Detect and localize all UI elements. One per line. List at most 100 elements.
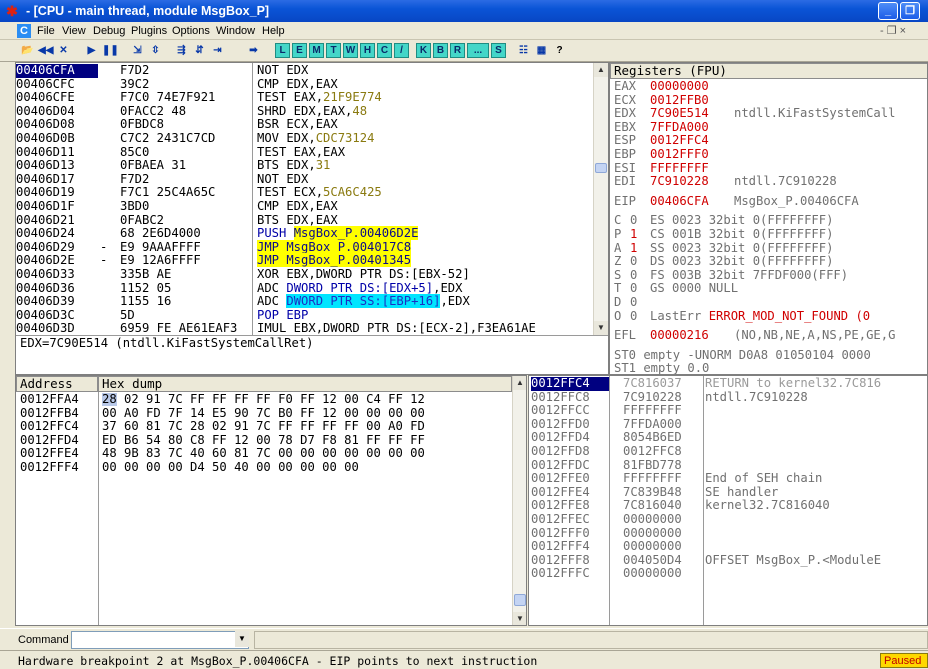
menu-options[interactable]: Options [172, 25, 210, 37]
scroll-thumb[interactable] [595, 163, 607, 173]
menu-help[interactable]: Help [262, 25, 285, 37]
dump-hex-row[interactable]: ED B6 54 80 C8 FF 12 00 78 D7 F8 81 FF F… [102, 433, 512, 448]
restore-button[interactable]: ❐ [900, 2, 920, 20]
restart-icon[interactable]: ◀◀ [38, 43, 53, 58]
disasm-instruction: CMP EDX,EAX [257, 199, 597, 214]
flag-row[interactable]: A 1 SS 0023 32bit 0(FFFFFFFF) [614, 241, 927, 256]
register-row[interactable]: EBP 0012FFF0 [614, 147, 927, 162]
dump-hex-row[interactable]: 00 00 00 00 D4 50 40 00 00 00 00 00 [102, 460, 512, 475]
flag-row[interactable]: O 0 LastErr ERROR_MOD_NOT_FOUND (0 [614, 309, 927, 324]
scroll-down-arrow[interactable]: ▼ [513, 612, 526, 625]
disasm-instruction: BSR ECX,EAX [257, 118, 597, 132]
log-window-button[interactable]: L [275, 43, 290, 58]
register-row[interactable]: ESI FFFFFFFF [614, 161, 927, 176]
flag-row[interactable]: D0 [614, 295, 927, 310]
threads-button[interactable]: T [326, 43, 341, 58]
register-row[interactable]: ECX 0012FFB0 [614, 93, 927, 108]
hexdump-column-header[interactable]: Hex dump [98, 376, 512, 392]
dump-scrollbar[interactable]: ▲ ▼ [512, 376, 526, 625]
status-message: Hardware breakpoint 2 at MsgBox_P.00406C… [18, 654, 538, 668]
stack-value: 0012FFC8 [623, 443, 682, 458]
menu-debug[interactable]: Debug [93, 25, 125, 37]
flag-row[interactable]: Z 0 DS 0023 32bit 0(FFFFFFFF) [614, 254, 927, 269]
jump-marker [100, 132, 108, 146]
jump-marker [100, 118, 108, 132]
instruction-token: TEST ECX, [257, 185, 324, 200]
command-input[interactable] [71, 631, 249, 649]
memory-map-button[interactable]: M [309, 43, 324, 58]
scroll-up-arrow[interactable]: ▲ [513, 376, 526, 390]
register-row[interactable]: EFL 00000216 (NO,NB,NE,A,NS,PE,GE,G [614, 328, 927, 343]
disasm-address: 00406D33 [16, 266, 75, 281]
scroll-down-arrow[interactable]: ▼ [594, 321, 608, 335]
disasm-scrollbar[interactable]: ▲ ▼ [593, 63, 608, 335]
references-button[interactable]: R [450, 43, 465, 58]
minimize-button[interactable]: _ [878, 2, 898, 20]
menu-view[interactable]: View [62, 25, 86, 37]
open-icon[interactable]: 📂 [20, 43, 35, 58]
step-over-icon[interactable]: ⇳ [148, 43, 163, 58]
register-row[interactable]: EDX 7C90E514 ntdll.KiFastSystemCall [614, 106, 927, 121]
disasm-hex-bytes: 5D [120, 307, 135, 322]
trace-over-icon[interactable]: ⇵ [192, 43, 207, 58]
dump-pane[interactable]: Address Hex dump 0012FFA4 0012FFB4 0012FFC… [15, 375, 527, 626]
scroll-up-arrow[interactable]: ▲ [594, 63, 608, 77]
dump-hex-row[interactable]: 00 A0 FD 7F 14 E5 90 7C B0 FF 12 00 00 0… [102, 406, 512, 421]
dump-hex-row[interactable]: 28 02 91 7C FF FF FF FF F0 FF 12 00 C4 F… [102, 393, 512, 407]
stack-pane[interactable]: 0012FFC4 0012FFC8 0012FFCC 0012FFD0 0012FFD4… [528, 375, 928, 626]
cpu-button[interactable]: C [377, 43, 392, 58]
modules-button[interactable]: E [292, 43, 307, 58]
registers-pane[interactable]: Registers (FPU) EAX 00000000 ECX 0012FFB0 ED… [609, 62, 928, 375]
register-row[interactable]: EAX 00000000 [614, 79, 927, 94]
disasm-hex-bytes: 0FBDC8 [120, 117, 165, 132]
title-bar[interactable]: ✱ - [CPU - main thread, module MsgBox_P]… [0, 0, 928, 22]
windows-button[interactable]: W [343, 43, 358, 58]
address-column-header[interactable]: Address [16, 376, 98, 392]
flag-value: 0 [630, 213, 638, 228]
execute-till-return-icon[interactable]: ⇥ [210, 43, 225, 58]
flag-row[interactable]: P 1 CS 001B 32bit 0(FFFFFFFF) [614, 227, 927, 242]
dump-hex-row[interactable]: 37 60 81 7C 28 02 91 7C FF FF FF FF 00 A… [102, 420, 512, 434]
step-into-icon[interactable]: ⇲ [130, 43, 145, 58]
register-row[interactable]: ESP 0012FFC4 [614, 134, 927, 148]
scroll-thumb[interactable] [514, 594, 526, 606]
stack-comment: ntdll.7C910228 [705, 389, 808, 404]
register-row[interactable]: EIP 00406CFA MsgBox_P.00406CFA [614, 194, 927, 209]
pause-icon[interactable]: ❚❚ [102, 43, 119, 58]
disasm-instruction: TEST EAX,EAX [257, 145, 597, 160]
options-icon[interactable]: ▦ [534, 43, 549, 58]
register-comment: (NO,NB,NE,A,NS,PE,GE,G [734, 328, 896, 343]
help-icon[interactable]: ? [552, 43, 567, 58]
call-stack-button[interactable]: K [416, 43, 431, 58]
patches-button[interactable]: / [394, 43, 409, 58]
menu-file[interactable]: File [37, 25, 55, 37]
breakpoints-button[interactable]: B [433, 43, 448, 58]
flag-row[interactable]: C 0 ES 0023 32bit 0(FFFFFFFF) [614, 213, 927, 228]
stack-value: 7C816040 [623, 498, 682, 513]
instruction-token: BTS EDX,EAX [257, 212, 338, 227]
go-to-icon[interactable]: ➡ [246, 43, 261, 58]
disasm-hex-bytes: 0FBAEA 31 [120, 158, 187, 173]
disasm-hex-bytes: C7C2 2431C7CD [120, 130, 216, 145]
disasm-hex-bytes: 39C2 [120, 76, 150, 91]
trace-into-icon[interactable]: ⇶ [174, 43, 189, 58]
menu-plugins[interactable]: Plugins [131, 25, 167, 37]
disassembly-pane[interactable]: 00406CFA 00406CFC 00406CFE 00406D04 00406D08… [15, 62, 609, 375]
appearance-icon[interactable]: ☷ [516, 43, 531, 58]
ollydbg-bug-icon: ✱ [6, 3, 18, 19]
handles-button[interactable]: H [360, 43, 375, 58]
close-program-icon[interactable]: ✕ [56, 43, 71, 58]
run-trace-button[interactable]: ... [467, 43, 489, 58]
source-button[interactable]: S [491, 43, 506, 58]
menu-window[interactable]: Window [216, 25, 255, 37]
register-row[interactable]: EDI 7C910228 ntdll.7C910228 [614, 174, 927, 189]
flag-row[interactable]: S 0 FS 003B 32bit 7FFDF000(FFF) [614, 268, 927, 283]
mdi-controls[interactable]: - ❐ × [880, 24, 906, 37]
dump-hex-row[interactable]: 48 9B 83 7C 40 60 81 7C 00 00 00 00 00 0… [102, 447, 512, 461]
register-row[interactable]: EBX 7FFDA000 [614, 120, 927, 135]
instruction-token: 48 [352, 103, 368, 118]
flag-row[interactable]: T 0 GS 0000 NULL [614, 282, 927, 296]
cpu-window-icon[interactable]: C [17, 24, 31, 38]
stack-address: 0012FFC8 [531, 389, 590, 404]
run-icon[interactable]: ▶ [84, 43, 99, 58]
